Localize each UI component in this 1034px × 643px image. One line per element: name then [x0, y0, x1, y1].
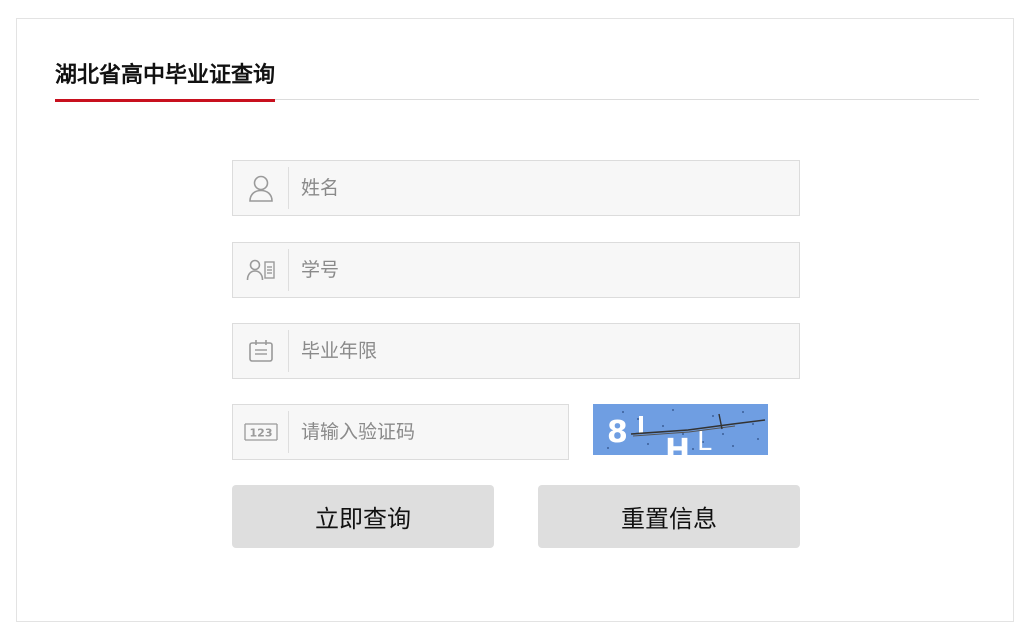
student-id-input[interactable]: [301, 243, 781, 297]
grad-year-input[interactable]: [301, 324, 781, 378]
svg-text:L: L: [697, 427, 712, 455]
query-panel: 湖北省高中毕业证查询: [16, 18, 1014, 622]
field-divider: [288, 330, 289, 372]
svg-text:123: 123: [250, 427, 273, 440]
field-divider: [288, 249, 289, 291]
id-card-icon: [233, 243, 289, 297]
title-bar: 湖北省高中毕业证查询: [55, 55, 979, 102]
field-divider: [288, 167, 289, 209]
name-input[interactable]: [301, 161, 781, 215]
svg-text:H: H: [665, 433, 690, 455]
page-title: 湖北省高中毕业证查询: [55, 61, 276, 102]
captcha-field: 123: [232, 404, 569, 460]
calendar-icon: [233, 324, 289, 378]
reset-button[interactable]: 重置信息: [538, 485, 800, 548]
captcha-image[interactable]: 8 H L: [593, 404, 768, 455]
grad-year-field: [232, 323, 800, 379]
svg-text:8: 8: [607, 415, 628, 450]
user-icon: [233, 161, 289, 215]
name-field: [232, 160, 800, 216]
student-id-field: [232, 242, 800, 298]
field-divider: [288, 411, 289, 453]
number-code-icon: 123: [233, 405, 289, 459]
captcha-input[interactable]: [301, 405, 556, 459]
submit-query-button[interactable]: 立即查询: [232, 485, 494, 548]
